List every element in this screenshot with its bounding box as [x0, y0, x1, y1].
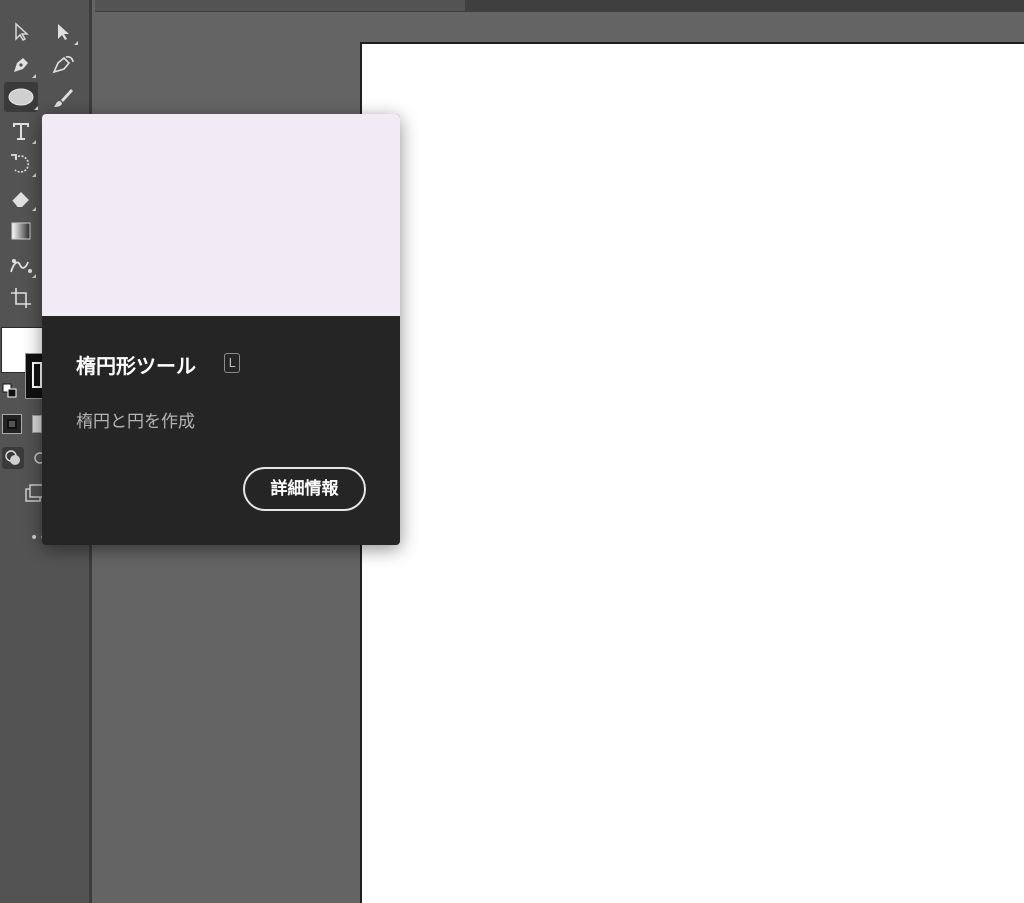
ellipse-tool[interactable]	[4, 82, 38, 112]
direct-selection-tool[interactable]	[48, 17, 78, 47]
paintbrush-icon	[54, 89, 73, 107]
selection-icon	[15, 22, 29, 41]
artboard-tool[interactable]	[6, 283, 36, 313]
rotate-tool[interactable]	[6, 149, 36, 179]
gradient-tool[interactable]	[6, 216, 36, 246]
submenu-indicator	[32, 140, 36, 144]
selection-tool[interactable]	[6, 17, 36, 47]
ellipse-icon	[8, 88, 34, 106]
tooltip-description: 楕円と円を作成	[76, 412, 195, 432]
screen-mode-icon	[25, 484, 45, 502]
submenu-indicator	[32, 74, 36, 78]
tool-tooltip: 楕円形ツール L 楕円と円を作成 詳細情報	[42, 114, 400, 545]
color-mode-button[interactable]	[2, 414, 22, 434]
submenu-indicator	[32, 207, 36, 211]
gradient-mode-button[interactable]	[32, 415, 42, 433]
submenu-indicator	[34, 106, 38, 110]
submenu-indicator	[32, 173, 36, 177]
stroke-swatch-inner	[32, 362, 42, 388]
default-colors-icon	[2, 383, 17, 398]
draw-normal-icon	[5, 450, 20, 465]
screen-mode-button[interactable]	[24, 483, 45, 503]
learn-more-button[interactable]: 詳細情報	[243, 467, 366, 511]
top-bar	[95, 0, 1024, 12]
paintbrush-tool[interactable]	[48, 83, 78, 113]
artboard-icon	[11, 288, 31, 308]
eraser-icon	[11, 192, 29, 208]
draw-behind-button[interactable]	[32, 450, 46, 466]
submenu-indicator	[74, 41, 78, 45]
curvature-tool[interactable]	[48, 50, 78, 80]
default-colors-button[interactable]	[2, 383, 18, 403]
draw-behind-icon	[34, 452, 46, 464]
submenu-indicator	[32, 274, 36, 278]
puppet-warp-icon	[10, 259, 32, 273]
gradient-icon	[11, 222, 31, 240]
puppet-warp-tool[interactable]	[6, 250, 36, 280]
shortcut-key-badge: L	[224, 353, 240, 373]
document-tab-strip[interactable]	[465, 0, 1024, 11]
type-icon	[13, 123, 29, 140]
tooltip-preview-image	[42, 114, 400, 316]
rotate-icon	[11, 154, 30, 173]
tooltip-title: 楕円形ツール	[76, 354, 196, 378]
direct-selection-icon	[58, 24, 69, 40]
draw-normal-button[interactable]	[2, 447, 24, 469]
pen-tool[interactable]	[6, 50, 36, 80]
pen-icon	[14, 58, 28, 72]
eraser-tool[interactable]	[6, 183, 36, 213]
curvature-icon	[52, 56, 74, 74]
artboard[interactable]	[360, 42, 1024, 903]
type-tool[interactable]	[6, 116, 36, 146]
color-mode-icon	[7, 419, 17, 429]
